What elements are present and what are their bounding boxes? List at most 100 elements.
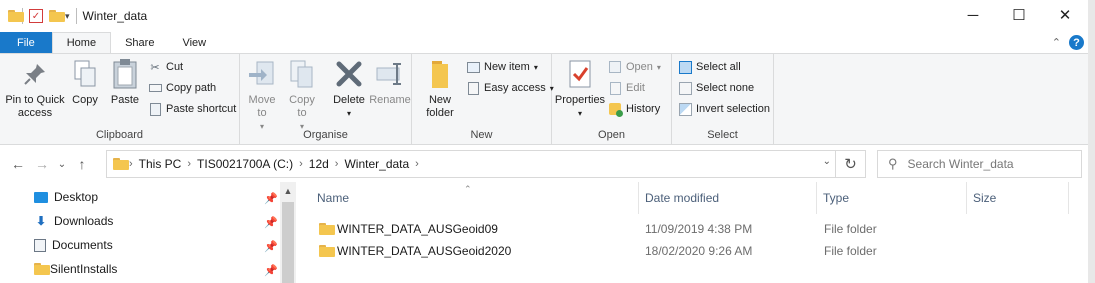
pin-label: Pin to Quick access bbox=[5, 94, 65, 119]
pin-icon[interactable]: 📌 bbox=[264, 240, 278, 253]
folder-icon bbox=[319, 245, 335, 257]
table-row[interactable]: WINTER_DATA_AUSGeoid09 11/09/2019 4:38 P… bbox=[297, 218, 1077, 240]
open-group: Properties ▾ Open ▾ Edit History Open bbox=[552, 54, 672, 144]
new-item-button[interactable]: New item ▾ bbox=[466, 60, 538, 74]
delete-label: Delete bbox=[333, 94, 365, 106]
paste-icon bbox=[109, 58, 141, 90]
paste-shortcut-button[interactable]: Paste shortcut bbox=[148, 102, 236, 116]
move-to-icon bbox=[246, 58, 278, 90]
refresh-icon[interactable]: ↻ bbox=[835, 151, 865, 177]
copy-path-button[interactable]: Copy path bbox=[148, 81, 216, 95]
new-folder-icon[interactable] bbox=[49, 10, 65, 22]
close-button[interactable]: ✕ bbox=[1042, 0, 1088, 30]
breadcrumb-this-pc[interactable]: This PC bbox=[139, 157, 182, 171]
select-none-icon bbox=[678, 81, 692, 95]
open-icon bbox=[608, 60, 622, 74]
ribbon-tabs: File Home Share View ⌃ ? bbox=[0, 32, 1088, 53]
pin-icon[interactable]: 📌 bbox=[264, 216, 278, 229]
address-dropdown-chevron-icon[interactable]: ⌄ bbox=[823, 156, 831, 167]
search-box[interactable]: ⚲ Search Winter_data bbox=[877, 150, 1082, 178]
properties-button[interactable]: Properties ▾ bbox=[554, 58, 606, 120]
copy-to-label: Copy to bbox=[289, 94, 315, 119]
paste-shortcut-icon bbox=[148, 102, 162, 116]
ribbon: Pin to Quick access Copy Paste ✂ Cut Cop… bbox=[0, 53, 1088, 145]
pin-to-quick-access-button[interactable]: Pin to Quick access bbox=[4, 58, 66, 120]
scroll-up-icon[interactable]: ▲ bbox=[280, 186, 296, 196]
scrollbar-thumb[interactable] bbox=[282, 202, 294, 283]
pin-icon[interactable]: 📌 bbox=[264, 192, 278, 205]
column-header-name[interactable]: Name bbox=[311, 182, 639, 214]
properties-checkbox-icon[interactable]: ✓ bbox=[29, 9, 43, 23]
address-bar[interactable]: › This PC › TIS0021700A (C:) › 12d › Win… bbox=[106, 150, 866, 178]
column-header-name-label: Name bbox=[317, 191, 350, 205]
invert-selection-icon bbox=[678, 102, 692, 116]
history-button[interactable]: History bbox=[608, 102, 661, 117]
breadcrumb-12d[interactable]: 12d bbox=[309, 157, 329, 171]
select-none-button[interactable]: Select none bbox=[678, 81, 754, 95]
easy-access-button[interactable]: Easy access ▾ bbox=[466, 81, 554, 95]
folder-icon bbox=[113, 158, 129, 170]
breadcrumb-drive[interactable]: TIS0021700A (C:) bbox=[197, 157, 293, 171]
breadcrumb-separator-icon: › bbox=[299, 158, 303, 170]
copy-to-button[interactable]: Copy to ▾ bbox=[286, 58, 318, 133]
file-name-cell[interactable]: WINTER_DATA_AUSGeoid09 bbox=[319, 218, 498, 240]
window-title: Winter_data bbox=[82, 9, 148, 23]
history-label: History bbox=[626, 103, 661, 115]
invert-selection-button[interactable]: Invert selection bbox=[678, 102, 770, 116]
back-arrow-icon[interactable]: ← bbox=[6, 156, 30, 172]
column-header-type-label: Type bbox=[823, 191, 850, 205]
recent-locations-chevron-icon[interactable]: ⌄ bbox=[54, 159, 70, 170]
navigation-pane-scrollbar[interactable]: ▲ bbox=[280, 182, 296, 283]
column-header-type[interactable]: Type bbox=[817, 182, 967, 214]
cut-label: Cut bbox=[166, 61, 184, 73]
date-modified-cell: 11/09/2019 4:38 PM bbox=[645, 222, 753, 236]
select-all-button[interactable]: Select all bbox=[678, 60, 741, 74]
tab-file[interactable]: File bbox=[0, 32, 52, 53]
rename-button[interactable]: Rename bbox=[369, 58, 411, 107]
quick-access-toolbar: ✓ ▾ bbox=[0, 0, 77, 32]
chevron-down-icon: ▾ bbox=[346, 109, 351, 118]
open-button[interactable]: Open ▾ bbox=[608, 60, 661, 74]
tab-view[interactable]: View bbox=[168, 32, 220, 53]
organise-group: Move to ▾ Copy to ▾ Delete ▾ Rename Orga… bbox=[240, 54, 412, 144]
folder-icon bbox=[319, 223, 335, 235]
cut-button[interactable]: ✂ Cut bbox=[148, 60, 183, 74]
new-folder-button[interactable]: New folder bbox=[420, 58, 460, 120]
pin-icon[interactable]: 📌 bbox=[264, 264, 278, 277]
nav-item-downloads[interactable]: ⬇ Downloads bbox=[34, 214, 113, 228]
select-group: Select all Select none Invert selection … bbox=[672, 54, 774, 144]
table-row[interactable]: WINTER_DATA_AUSGeoid2020 18/02/2020 9:26… bbox=[297, 240, 1077, 262]
maximize-button[interactable]: ☐ bbox=[996, 0, 1042, 30]
customize-toolbar-icon[interactable]: ▾ bbox=[65, 11, 70, 22]
copy-button[interactable]: Copy bbox=[70, 58, 100, 107]
column-header-size-label: Size bbox=[973, 191, 997, 205]
breadcrumb-separator-icon: › bbox=[415, 158, 419, 170]
help-icon[interactable]: ? bbox=[1069, 35, 1084, 50]
up-arrow-icon[interactable]: ↑ bbox=[70, 156, 94, 172]
nav-item-silentinstalls[interactable]: SilentInstalls bbox=[34, 262, 117, 276]
minimize-button[interactable]: ─ bbox=[950, 0, 996, 30]
tab-home[interactable]: Home bbox=[51, 32, 112, 53]
new-folder-icon bbox=[424, 58, 456, 90]
collapse-ribbon-icon[interactable]: ⌃ bbox=[1052, 36, 1061, 49]
paste-button[interactable]: Paste bbox=[108, 58, 142, 107]
title-bar: ✓ ▾ Winter_data ─ ☐ ✕ bbox=[0, 0, 1088, 32]
delete-button[interactable]: Delete ▾ bbox=[332, 58, 366, 120]
nav-item-label: Documents bbox=[52, 238, 113, 252]
file-name: WINTER_DATA_AUSGeoid09 bbox=[337, 222, 498, 236]
file-name-cell[interactable]: WINTER_DATA_AUSGeoid2020 bbox=[319, 240, 511, 262]
breadcrumb-winter-data[interactable]: Winter_data bbox=[344, 157, 409, 171]
column-header-size[interactable]: Size bbox=[967, 182, 1069, 214]
move-to-button[interactable]: Move to ▾ bbox=[246, 58, 278, 133]
edit-label: Edit bbox=[626, 82, 645, 94]
nav-item-desktop[interactable]: Desktop bbox=[34, 190, 98, 204]
nav-item-documents[interactable]: Documents bbox=[34, 238, 113, 252]
group-label-new: New bbox=[470, 129, 493, 141]
nav-item-label: Desktop bbox=[54, 190, 99, 204]
edit-button[interactable]: Edit bbox=[608, 81, 645, 95]
forward-arrow-icon[interactable]: → bbox=[30, 156, 54, 172]
column-header-date-modified[interactable]: Date modified bbox=[639, 182, 817, 214]
select-all-icon bbox=[678, 60, 692, 74]
file-name: WINTER_DATA_AUSGeoid2020 bbox=[337, 244, 512, 258]
tab-share[interactable]: Share bbox=[111, 32, 168, 53]
